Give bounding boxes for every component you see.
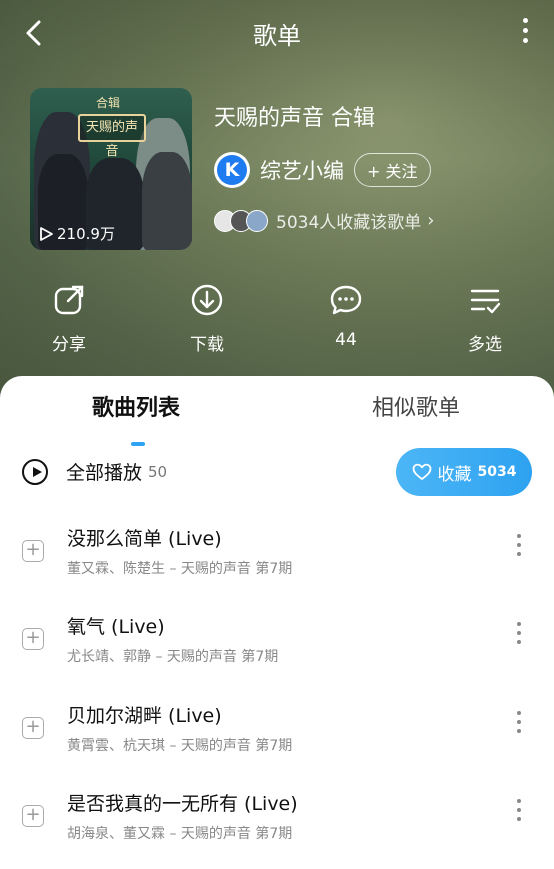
song-row[interactable]: + 贝加尔湖畔 (Live) 黄霄雲、杭天琪 – 天赐的声音 第7期 bbox=[0, 687, 554, 775]
collect-count: 5034 bbox=[477, 464, 517, 480]
download-button[interactable]: 下载 bbox=[162, 282, 252, 355]
song-count: 50 bbox=[148, 462, 168, 481]
more-menu-button[interactable] bbox=[518, 18, 532, 48]
author-name[interactable]: 综艺小编 bbox=[260, 155, 344, 185]
tab-song-list[interactable]: 歌曲列表 bbox=[92, 390, 180, 422]
play-all-label: 全部播放 bbox=[66, 462, 143, 484]
collect-button[interactable]: 收藏 5034 bbox=[396, 448, 532, 496]
song-more-icon[interactable] bbox=[517, 622, 523, 649]
add-to-playlist-icon[interactable]: + bbox=[22, 540, 44, 562]
author-row: K 综艺小编 + 关注 bbox=[214, 152, 431, 188]
top-bar: 歌单 bbox=[0, 0, 554, 66]
song-row[interactable]: + 是否我真的一无所有 (Live) 胡海泉、董又霖 – 天赐的声音 第7期 bbox=[0, 775, 554, 863]
follow-button[interactable]: + 关注 bbox=[354, 153, 431, 187]
multi-select-label: 多选 bbox=[468, 335, 502, 355]
add-to-playlist-icon[interactable]: + bbox=[22, 805, 44, 827]
song-more-icon[interactable] bbox=[517, 799, 523, 826]
song-row[interactable]: + 没那么简单 (Live) 董又霖、陈楚生 – 天赐的声音 第7期 bbox=[0, 510, 554, 598]
play-count-value: 210.9万 bbox=[57, 225, 115, 243]
cover-figure bbox=[142, 152, 192, 250]
collect-label: 收藏 bbox=[437, 464, 472, 485]
song-subtitle: 董又霖、陈楚生 – 天赐的声音 第7期 bbox=[67, 561, 293, 577]
collectors-text: 5034人收藏该歌单 bbox=[276, 213, 422, 233]
song-subtitle: 胡海泉、董又霖 – 天赐的声音 第7期 bbox=[67, 826, 293, 842]
multi-select-icon bbox=[470, 289, 501, 314]
share-button[interactable]: 分享 bbox=[24, 282, 114, 355]
song-title: 氧气 (Live) bbox=[67, 616, 165, 638]
song-title: 贝加尔湖畔 (Live) bbox=[67, 705, 222, 727]
song-more-icon[interactable] bbox=[517, 534, 523, 561]
comment-icon bbox=[330, 285, 362, 315]
author-avatar[interactable]: K bbox=[214, 152, 250, 188]
share-label: 分享 bbox=[52, 335, 86, 355]
tab-bar: 歌曲列表 相似歌单 bbox=[0, 390, 554, 446]
tab-indicator bbox=[131, 442, 145, 446]
chevron-right-icon: › bbox=[427, 210, 435, 231]
song-row[interactable]: + 氧气 (Live) 尤长靖、郭静 – 天赐的声音 第7期 bbox=[0, 598, 554, 686]
cover-badge: 合辑 bbox=[96, 96, 121, 110]
song-subtitle: 黄霄雲、杭天琪 – 天赐的声音 第7期 bbox=[67, 738, 293, 754]
comment-button[interactable]: 44 bbox=[301, 282, 391, 350]
page-title: 歌单 bbox=[253, 22, 301, 50]
cover-logo: 天赐的声音 bbox=[78, 114, 146, 159]
download-label: 下载 bbox=[190, 335, 224, 355]
add-to-playlist-icon[interactable]: + bbox=[22, 717, 44, 739]
song-subtitle: 尤长靖、郭静 – 天赐的声音 第7期 bbox=[67, 649, 279, 665]
heart-icon bbox=[412, 463, 431, 480]
play-all-button[interactable]: 全部播放 50 bbox=[22, 458, 167, 485]
comment-count: 44 bbox=[335, 330, 357, 350]
share-icon bbox=[54, 285, 84, 315]
collectors-row[interactable]: 5034人收藏该歌单 › bbox=[214, 208, 434, 233]
song-sheet: 歌曲列表 相似歌单 全部播放 50 收藏 5034 + 没那么简单 (Live)… bbox=[0, 376, 554, 869]
action-bar: 分享 下载 44 多选 bbox=[0, 282, 554, 362]
song-title: 没那么简单 (Live) bbox=[67, 528, 222, 550]
collector-avatar bbox=[246, 209, 268, 232]
play-circle-icon bbox=[22, 458, 48, 485]
playlist-cover[interactable]: 合辑 天赐的声音 210.9万 bbox=[30, 88, 192, 250]
download-icon bbox=[191, 284, 223, 316]
multi-select-button[interactable]: 多选 bbox=[440, 282, 530, 355]
add-to-playlist-icon[interactable]: + bbox=[22, 628, 44, 650]
tab-similar-playlists[interactable]: 相似歌单 bbox=[372, 390, 460, 422]
playlist-title: 天赐的声音 合辑 bbox=[214, 106, 375, 131]
play-icon bbox=[40, 226, 53, 241]
song-more-icon[interactable] bbox=[517, 711, 523, 738]
song-title: 是否我真的一无所有 (Live) bbox=[67, 793, 298, 815]
play-count: 210.9万 bbox=[38, 223, 115, 244]
